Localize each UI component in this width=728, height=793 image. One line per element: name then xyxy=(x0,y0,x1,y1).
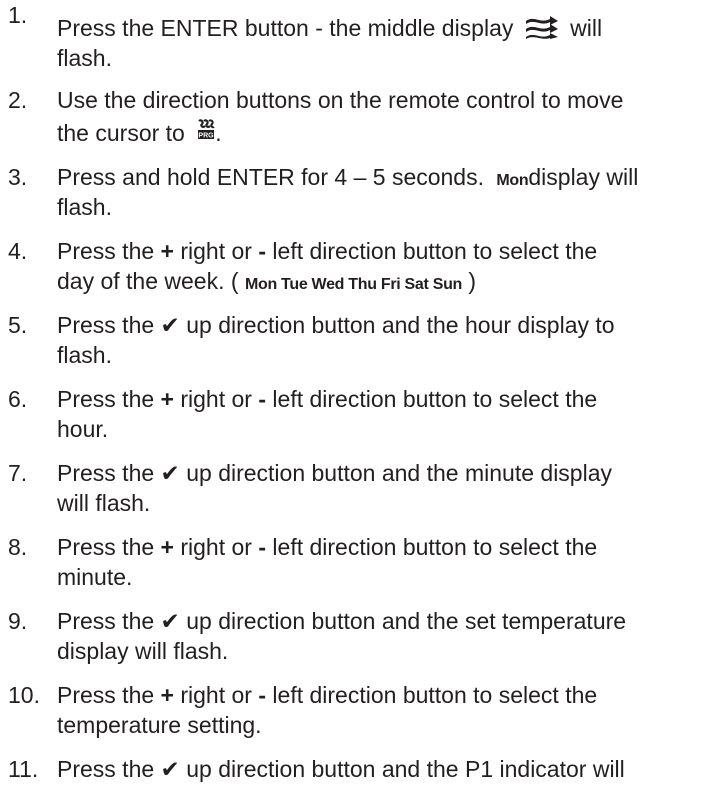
step-text-part: . xyxy=(215,120,222,146)
step-text-part: day of the week. ( xyxy=(57,268,239,294)
step-number: 4. xyxy=(8,238,28,264)
step-text-part: Press the xyxy=(57,312,155,338)
step-text-part: left direction button to select the xyxy=(272,238,598,264)
schedule-program-icon: PRG xyxy=(197,119,215,141)
step-number: 8. xyxy=(8,534,28,560)
check-icon: ✔ xyxy=(160,756,180,782)
plus-symbol: + xyxy=(160,682,174,708)
check-icon: ✔ xyxy=(160,460,180,486)
step-text-part: flash. xyxy=(57,194,112,220)
step-text-part: Press the xyxy=(57,608,155,634)
step-text-part: Press the xyxy=(57,534,155,560)
minus-symbol: - xyxy=(258,534,267,560)
check-icon: ✔ xyxy=(160,608,180,634)
step-text-part: minute. xyxy=(57,564,133,590)
step-text-part: Press the xyxy=(57,756,155,782)
step-text-part: up direction button and the minute displ… xyxy=(186,460,612,486)
step-text-part: right or xyxy=(180,682,252,708)
minus-symbol: - xyxy=(258,386,267,412)
step-number: 6. xyxy=(8,386,28,412)
svg-text:PRG: PRG xyxy=(199,132,215,139)
step-text-part: temperature setting. xyxy=(57,712,262,738)
step-number: 2. xyxy=(8,87,28,113)
step-text-part: left direction button to select the xyxy=(272,534,598,560)
step-number: 7. xyxy=(8,460,28,486)
step-text-part: up direction button and the hour display… xyxy=(186,312,615,338)
step-text-part: right or xyxy=(180,238,252,264)
step-text-part: will flash. xyxy=(57,490,151,516)
step-text-part: right or xyxy=(180,386,252,412)
step-text-part: up direction button and the set temperat… xyxy=(186,608,627,634)
step-text-part: left direction button to select the xyxy=(272,386,598,412)
step-text-part: the cursor to xyxy=(57,120,185,146)
step-number: 5. xyxy=(8,312,28,338)
step-text-part: up direction button and the P1 indicator… xyxy=(186,756,625,782)
step-number: 3. xyxy=(8,164,28,190)
step-number: 10. xyxy=(8,682,40,708)
plus-symbol: + xyxy=(160,238,174,264)
check-icon: ✔ xyxy=(160,312,180,338)
step-number: 9. xyxy=(8,608,28,634)
step-number: 11. xyxy=(8,756,39,782)
step-text-part: left direction button to select the xyxy=(272,682,598,708)
step-text-part: Press the ENTER button - the middle disp… xyxy=(57,15,514,41)
minus-symbol: - xyxy=(258,682,267,708)
step-text-part: Press the xyxy=(57,386,155,412)
minus-symbol: - xyxy=(258,238,267,264)
step-text-part: flash. xyxy=(57,45,112,71)
step-text-part: Press the xyxy=(57,238,155,264)
step-number: 1. xyxy=(8,2,28,28)
step-text-part: hour. xyxy=(57,416,109,442)
day-indicator-mon: Mon xyxy=(496,172,529,189)
day-indicator-list: Mon Tue Wed Thu Fri Sat Sun xyxy=(244,276,463,293)
step-text-part: ) xyxy=(468,268,477,294)
step-text-part: display will flash. xyxy=(57,638,229,664)
plus-symbol: + xyxy=(160,386,174,412)
step-text-part: Use the direction buttons on the remote … xyxy=(57,87,624,113)
step-text-part: flash. xyxy=(57,342,112,368)
step-text-part: right or xyxy=(180,534,252,560)
step-text-part: Press the xyxy=(57,682,155,708)
fan-speed-icon xyxy=(524,13,560,39)
step-text-part: Press the xyxy=(57,460,155,486)
step-text-part: will xyxy=(570,15,603,41)
plus-symbol: + xyxy=(160,534,174,560)
step-text-part: Press and hold ENTER for 4 – 5 seconds. xyxy=(57,164,484,190)
step-text-part: display will xyxy=(528,164,639,190)
